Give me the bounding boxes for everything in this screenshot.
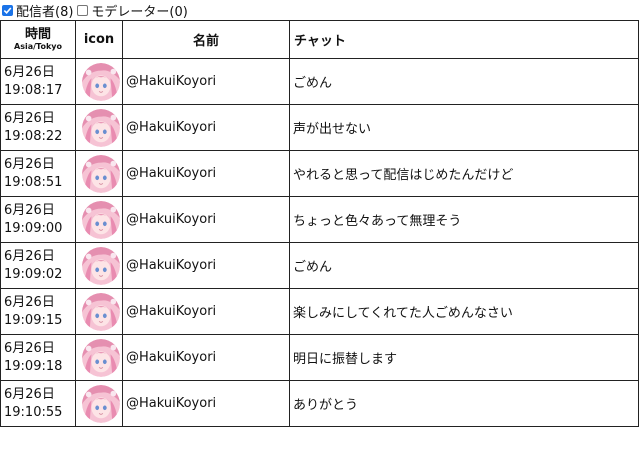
- row-date: 6月26日: [4, 294, 55, 310]
- table-row: 6月26日 19:09:18 @HakuiKoyori 明日に振替します: [0, 334, 639, 381]
- filter-streamer-label: 配信者(8): [16, 4, 74, 20]
- row-time: 19:09:00: [4, 220, 63, 236]
- cell-icon: [75, 58, 123, 105]
- cell-time: 6月26日 19:08:22: [0, 104, 76, 151]
- table-row: 6月26日 19:08:51 @HakuiKoyori やれると思って配信はじめ…: [0, 150, 639, 197]
- streamer-checkbox[interactable]: [2, 4, 13, 16]
- header-time-label: 時間: [24, 27, 51, 42]
- avatar-image: [81, 62, 120, 101]
- avatar-image: [81, 108, 120, 147]
- cell-name: @HakuiKoyori: [122, 288, 290, 335]
- chat-table: 時間 Asia/Tokyo icon 名前 チャット 6月26日 19:08:1…: [0, 20, 639, 427]
- header-name: 名前: [122, 20, 290, 59]
- avatar-image: [81, 384, 120, 423]
- table-header-row: 時間 Asia/Tokyo icon 名前 チャット: [0, 20, 639, 59]
- row-date: 6月26日: [4, 156, 55, 172]
- cell-message: 楽しみにしてくれてた人ごめんなさい: [289, 288, 639, 335]
- filter-moderator[interactable]: モデレーター(0): [77, 1, 188, 20]
- cell-name: @HakuiKoyori: [122, 196, 290, 243]
- header-icon: icon: [75, 20, 123, 59]
- cell-time: 6月26日 19:09:00: [0, 196, 76, 243]
- cell-message: ごめん: [289, 58, 639, 105]
- avatar-image: [81, 200, 120, 239]
- cell-name: @HakuiKoyori: [122, 242, 290, 289]
- row-date: 6月26日: [4, 110, 55, 126]
- cell-name: @HakuiKoyori: [122, 380, 290, 427]
- table-row: 6月26日 19:09:00 @HakuiKoyori ちょっと色々あって無理そ…: [0, 196, 639, 243]
- cell-message: ちょっと色々あって無理そう: [289, 196, 639, 243]
- row-time: 19:09:15: [4, 312, 63, 328]
- header-timezone: Asia/Tokyo: [14, 42, 62, 51]
- row-date: 6月26日: [4, 64, 55, 80]
- cell-icon: [75, 242, 123, 289]
- cell-name: @HakuiKoyori: [122, 104, 290, 151]
- table-row: 6月26日 19:09:02 @HakuiKoyori ごめん: [0, 242, 639, 289]
- cell-message: 声が出せない: [289, 104, 639, 151]
- cell-time: 6月26日 19:10:55: [0, 380, 76, 427]
- row-time: 19:09:02: [4, 266, 63, 282]
- cell-message: やれると思って配信はじめたんだけど: [289, 150, 639, 197]
- cell-message: ごめん: [289, 242, 639, 289]
- table-row: 6月26日 19:09:15 @HakuiKoyori 楽しみにしてくれてた人ご…: [0, 288, 639, 335]
- row-date: 6月26日: [4, 386, 55, 402]
- cell-icon: [75, 150, 123, 197]
- cell-name: @HakuiKoyori: [122, 334, 290, 381]
- row-time: 19:10:55: [4, 404, 63, 420]
- cell-icon: [75, 196, 123, 243]
- cell-message: ありがとう: [289, 380, 639, 427]
- cell-message: 明日に振替します: [289, 334, 639, 381]
- row-date: 6月26日: [4, 340, 55, 356]
- cell-time: 6月26日 19:09:18: [0, 334, 76, 381]
- cell-name: @HakuiKoyori: [122, 150, 290, 197]
- row-date: 6月26日: [4, 248, 55, 264]
- row-time: 19:08:51: [4, 174, 63, 190]
- filter-streamer[interactable]: 配信者(8): [2, 1, 73, 20]
- avatar-image: [81, 338, 120, 377]
- filter-moderator-label: モデレーター(0): [91, 4, 188, 20]
- cell-time: 6月26日 19:08:17: [0, 58, 76, 105]
- row-date: 6月26日: [4, 202, 55, 218]
- header-chat: チャット: [289, 20, 639, 59]
- cell-time: 6月26日 19:09:15: [0, 288, 76, 335]
- avatar-image: [81, 292, 120, 331]
- avatar-image: [81, 154, 120, 193]
- row-time: 19:09:18: [4, 358, 63, 374]
- moderator-checkbox[interactable]: [77, 4, 89, 16]
- avatar-image: [81, 246, 120, 285]
- filter-bar: 配信者(8) モデレーター(0): [0, 0, 640, 20]
- cell-icon: [75, 288, 123, 335]
- cell-time: 6月26日 19:09:02: [0, 242, 76, 289]
- cell-icon: [75, 104, 123, 151]
- table-row: 6月26日 19:08:17 @HakuiKoyori ごめん: [0, 58, 639, 105]
- header-time: 時間 Asia/Tokyo: [0, 20, 76, 59]
- table-row: 6月26日 19:10:55 @HakuiKoyori ありがとう: [0, 380, 639, 427]
- row-time: 19:08:17: [4, 82, 63, 98]
- cell-icon: [75, 334, 123, 381]
- cell-icon: [75, 380, 123, 427]
- cell-time: 6月26日 19:08:51: [0, 150, 76, 197]
- cell-name: @HakuiKoyori: [122, 58, 290, 105]
- table-row: 6月26日 19:08:22 @HakuiKoyori 声が出せない: [0, 104, 639, 151]
- row-time: 19:08:22: [4, 128, 63, 144]
